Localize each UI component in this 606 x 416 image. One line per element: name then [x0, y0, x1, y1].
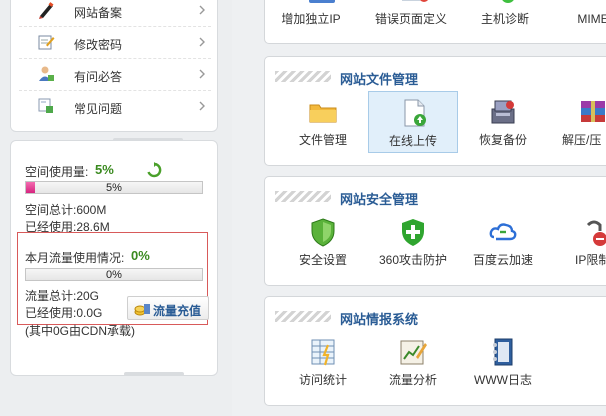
tool-error-page[interactable]: 错误页面定义	[366, 10, 456, 27]
section-hatch	[275, 71, 331, 82]
tool-www-log[interactable]: WWW日志	[458, 331, 548, 393]
archive-icon	[581, 101, 605, 122]
coins-icon	[134, 304, 150, 316]
traffic-recharge-label: 流量充值	[153, 304, 202, 318]
chevron-right-icon	[199, 101, 205, 111]
site-intelligence-section: 网站情报系统 访问统计 流量分析 WWW日志	[264, 296, 606, 406]
traffic-recharge-button[interactable]: 流量充值	[127, 296, 209, 320]
sidebar-item-change-password[interactable]: 修改密码	[19, 27, 211, 59]
traffic-usage-bar: 0%	[25, 268, 203, 281]
tool-online-upload[interactable]: 在线上传	[368, 91, 458, 153]
space-usage-label: 空间使用量:	[25, 165, 89, 179]
sidebar: 网站备案 修改密码 有问必答 常见问题 空间使用量: 5% 5% 空间总计:60…	[0, 0, 232, 416]
ip-icon	[309, 0, 335, 3]
traffic-analysis-icon	[400, 340, 427, 365]
pen-icon	[39, 2, 54, 19]
tool-label: 在线上传	[388, 134, 437, 148]
cloud-accelerate-icon	[489, 223, 517, 241]
tool-traffic-analysis[interactable]: 流量分析	[368, 331, 458, 393]
sidebar-item-label: 有问必答	[74, 70, 123, 84]
section-title: 网站文件管理	[340, 72, 419, 87]
tool-label: 安全设置	[298, 253, 347, 267]
tool-ip-restrict[interactable]: IP限制	[548, 211, 606, 273]
tool-add-ip[interactable]: 增加独立IP	[266, 10, 356, 27]
tool-security-settings[interactable]: 安全设置	[278, 211, 368, 273]
space-usage-bar-text: 5%	[106, 182, 122, 194]
space-usage-percent: 5%	[95, 162, 114, 177]
tool-label: 流量分析	[388, 373, 437, 387]
shield-plus-icon	[402, 219, 424, 246]
shield-icon	[311, 218, 335, 247]
tool-label: 解压/压	[562, 133, 602, 147]
sidebar-item-common-questions[interactable]: 常见问题	[19, 91, 211, 123]
traffic-usage-label: 本月流量使用情况:	[25, 251, 125, 265]
log-book-icon	[493, 338, 513, 366]
panel-divider	[124, 372, 184, 376]
user-help-icon	[39, 66, 54, 81]
security-management-section: 网站安全管理 安全设置 360攻击防护 百度云加速 IP限制	[264, 176, 606, 286]
chevron-right-icon	[199, 69, 205, 79]
tool-visit-stats[interactable]: 访问统计	[278, 331, 368, 393]
refresh-icon[interactable]	[146, 162, 162, 178]
space-usage-bar: 5%	[25, 181, 203, 194]
sidebar-item-site-filing[interactable]: 网站备案	[19, 0, 211, 27]
tool-label: 百度云加速	[472, 253, 533, 267]
sidebar-item-label: 修改密码	[74, 38, 123, 52]
section-hatch	[275, 311, 331, 322]
tool-label: 访问统计	[298, 373, 347, 387]
sidebar-item-label: 网站备案	[74, 6, 123, 20]
file-management-section: 网站文件管理 文件管理 在线上传 恢复备份 解压/压	[264, 56, 606, 166]
sidebar-menu: 网站备案 修改密码 有问必答 常见问题	[10, 0, 218, 132]
space-total: 空间总计:600M	[25, 203, 107, 217]
stats-chart-icon	[311, 339, 335, 366]
tool-label: 360攻击防护	[378, 253, 448, 267]
section-hatch	[275, 191, 331, 202]
tool-label: WWW日志	[474, 373, 532, 387]
traffic-used: 已经使用:0.0G	[25, 306, 103, 320]
folder-icon	[309, 104, 337, 123]
traffic-cdn-note: (其中0G由CDN承载)	[25, 324, 135, 338]
chevron-right-icon	[199, 5, 205, 15]
faq-icon	[38, 98, 53, 113]
tool-host-diagnose[interactable]: 主机诊断	[460, 10, 550, 27]
tool-label: 恢复备份	[478, 133, 527, 147]
top-tools-section: 增加独立IP 错误页面定义 主机诊断 MIME类	[264, 0, 606, 44]
tool-restore-backup[interactable]: 恢复备份	[458, 91, 548, 153]
traffic-usage-bar-text: 0%	[106, 269, 122, 281]
section-title: 网站情报系统	[340, 312, 419, 327]
tool-mime[interactable]: MIME类	[554, 10, 606, 27]
tool-label: 文件管理	[298, 133, 347, 147]
traffic-total: 流量总计:20G	[25, 289, 100, 303]
traffic-usage-percent: 0%	[131, 248, 150, 263]
error-page-icon	[402, 0, 428, 2]
edit-document-icon	[38, 35, 55, 50]
upload-file-icon	[404, 99, 426, 127]
tool-360-protection[interactable]: 360攻击防护	[368, 211, 458, 273]
section-title: 网站安全管理	[340, 192, 419, 207]
diagnose-icon	[502, 0, 514, 3]
tool-archive[interactable]: 解压/压	[548, 91, 606, 153]
tool-file-manager[interactable]: 文件管理	[278, 91, 368, 153]
tool-baidu-cloud-accel[interactable]: 百度云加速	[458, 211, 548, 273]
sidebar-item-label: 常见问题	[74, 102, 123, 116]
chevron-right-icon	[199, 37, 205, 47]
restore-backup-icon	[491, 100, 515, 124]
sidebar-item-faq-answers[interactable]: 有问必答	[19, 59, 211, 91]
tool-label: IP限制	[575, 253, 606, 267]
ip-block-icon	[586, 220, 606, 246]
